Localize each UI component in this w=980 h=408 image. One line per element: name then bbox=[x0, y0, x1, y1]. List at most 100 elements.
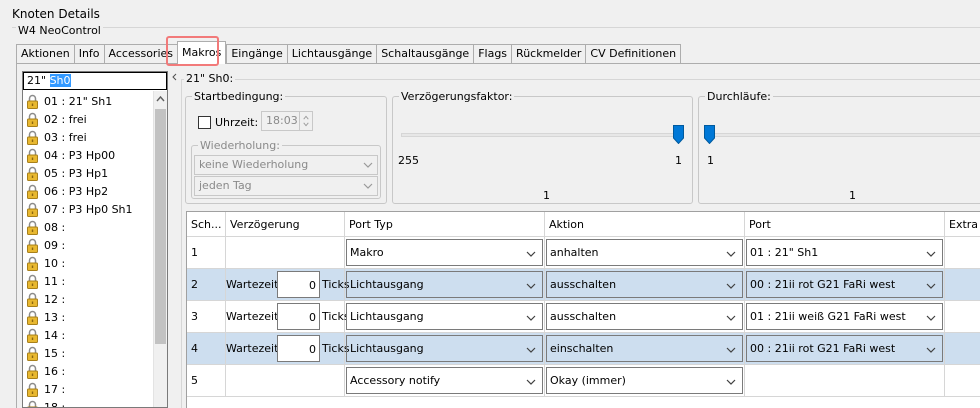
macro-list-item[interactable]: 11 : bbox=[25, 272, 133, 290]
macro-list-item[interactable]: 03 : frei bbox=[25, 128, 133, 146]
lock-icon bbox=[27, 310, 38, 325]
port-type-select[interactable]: Lichtausgang bbox=[346, 303, 543, 330]
tab-rückmelder[interactable]: Rückmelder bbox=[511, 44, 586, 64]
column-header-extra[interactable]: Extra bbox=[945, 212, 980, 237]
macro-list-item[interactable]: 08 : bbox=[25, 218, 133, 236]
macro-list-item[interactable]: 14 : bbox=[25, 326, 133, 344]
port-select[interactable]: 00 : 21ii rot G21 FaRi west bbox=[746, 271, 943, 298]
tab-flags[interactable]: Flags bbox=[473, 44, 512, 64]
chevron-down-icon bbox=[363, 162, 373, 168]
chevron-down-icon bbox=[526, 379, 536, 385]
macro-list-item[interactable]: 15 : bbox=[25, 344, 133, 362]
delay-factor-track[interactable] bbox=[401, 133, 684, 137]
action-select[interactable]: ausschalten bbox=[546, 271, 743, 298]
action-select[interactable]: anhalten bbox=[546, 239, 743, 266]
action-select[interactable]: einschalten bbox=[546, 335, 743, 362]
ticks-input[interactable]: 0 bbox=[277, 303, 320, 330]
action-select[interactable]: ausschalten bbox=[546, 303, 743, 330]
tab-eingänge[interactable]: Eingänge bbox=[226, 44, 287, 64]
runs-thumb[interactable] bbox=[704, 125, 715, 144]
port-type-select[interactable]: Accessory notify bbox=[346, 367, 543, 394]
table-row[interactable]: 3 Wartezeit: 0 Ticks Lichtausgang ausschalten… bbox=[187, 301, 980, 333]
spinner-arrows-icon[interactable] bbox=[299, 112, 312, 130]
chevron-down-icon bbox=[726, 251, 736, 257]
action-cell: ausschalten bbox=[545, 269, 745, 301]
column-header-delay[interactable]: Verzögerung bbox=[226, 212, 345, 237]
port-type-cell: Lichtausgang bbox=[345, 301, 545, 333]
macro-list-item[interactable]: 10 : bbox=[25, 254, 133, 272]
port-select[interactable]: 00 : 21ii rot G21 FaRi west bbox=[746, 335, 943, 362]
lock-icon bbox=[27, 328, 38, 343]
step-cell: 4 bbox=[187, 333, 226, 365]
port-cell: 00 : 21ii rot G21 FaRi west bbox=[745, 269, 945, 301]
lock-icon bbox=[27, 220, 38, 235]
macro-list-item[interactable]: 09 : bbox=[25, 236, 133, 254]
macro-list-item[interactable]: 12 : bbox=[25, 290, 133, 308]
macro-list[interactable]: 21" Sh0 01 : 21" Sh1 02 : frei 03 : frei 04… bbox=[22, 71, 168, 408]
column-header-step[interactable]: Sch... bbox=[187, 212, 226, 237]
macro-list-item[interactable]: 16 : bbox=[25, 362, 133, 380]
action-select[interactable]: Okay (immer) bbox=[546, 367, 743, 394]
wait-label: Wartezeit: bbox=[226, 342, 283, 355]
table-row[interactable]: 5 Accessory notify Okay (immer) bbox=[187, 365, 980, 397]
port-cell: 01 : 21ii weiß G21 FaRi west bbox=[745, 301, 945, 333]
macro-list-item[interactable]: 04 : P3 Hp00 bbox=[25, 146, 133, 164]
time-spinner[interactable]: 18:03 bbox=[261, 111, 313, 131]
macro-list-item[interactable]: 02 : frei bbox=[25, 110, 133, 128]
lock-icon bbox=[27, 382, 38, 397]
time-checkbox[interactable] bbox=[198, 116, 211, 129]
day-select[interactable]: jeden Tag bbox=[194, 176, 378, 196]
port-type-select[interactable]: Lichtausgang bbox=[346, 335, 543, 362]
step-cell: 5 bbox=[187, 365, 226, 397]
port-select[interactable]: 01 : 21" Sh1 bbox=[746, 239, 943, 266]
macro-steps-table[interactable]: Sch... Verzögerung Port Typ Aktion Port Extra… bbox=[186, 211, 980, 408]
runs-group: Durchläufe: 1 1 bbox=[698, 90, 980, 204]
table-row[interactable]: 1 Makro anhalten 01 : 21" Sh1 bbox=[187, 237, 980, 269]
lock-icon bbox=[27, 184, 38, 199]
macro-name-input[interactable]: 21" Sh0 bbox=[23, 72, 167, 90]
macro-list-item[interactable]: 18 : bbox=[25, 398, 133, 407]
macro-list-item[interactable]: 17 : bbox=[25, 380, 133, 398]
chevron-down-icon bbox=[526, 283, 536, 289]
scroll-up-icon[interactable] bbox=[154, 91, 167, 108]
delay-cell bbox=[226, 237, 345, 269]
tab-info[interactable]: Info bbox=[73, 44, 104, 64]
splitter-handle[interactable] bbox=[172, 71, 178, 408]
macro-list-scrollbar[interactable] bbox=[153, 91, 167, 407]
port-type-value: Lichtausgang bbox=[350, 310, 424, 323]
extra-cell bbox=[945, 365, 980, 397]
macro-list-item-label: 04 : P3 Hp00 bbox=[44, 148, 116, 162]
repeat-select[interactable]: keine Wiederholung bbox=[194, 155, 378, 175]
chevron-down-icon bbox=[526, 347, 536, 353]
column-header-action[interactable]: Aktion bbox=[545, 212, 745, 237]
port-type-value: Accessory notify bbox=[350, 374, 441, 387]
scroll-thumb[interactable] bbox=[155, 109, 166, 344]
step-cell: 3 bbox=[187, 301, 226, 333]
macro-list-item-label: 12 : bbox=[44, 292, 66, 306]
runs-min-label: 1 bbox=[707, 154, 714, 167]
macro-list-item-label: 17 : bbox=[44, 382, 66, 396]
tab-aktionen[interactable]: Aktionen bbox=[16, 44, 74, 64]
port-select[interactable]: 01 : 21ii weiß G21 FaRi west bbox=[746, 303, 943, 330]
window-title: Knoten Details bbox=[12, 7, 100, 21]
macro-list-item[interactable]: 13 : bbox=[25, 308, 133, 326]
chevron-down-icon bbox=[926, 283, 936, 289]
macro-list-item[interactable]: 07 : P3 Hp0 Sh1 bbox=[25, 200, 133, 218]
delay-factor-thumb[interactable] bbox=[673, 125, 684, 144]
macro-list-item[interactable]: 06 : P3 Hp2 bbox=[25, 182, 133, 200]
tab-schaltausgänge[interactable]: Schaltausgänge bbox=[376, 44, 474, 64]
column-header-port[interactable]: Port bbox=[745, 212, 945, 237]
port-type-select[interactable]: Makro bbox=[346, 239, 543, 266]
ticks-input[interactable]: 0 bbox=[277, 335, 320, 362]
macro-list-item[interactable]: 01 : 21" Sh1 bbox=[25, 92, 133, 110]
chevron-down-icon bbox=[726, 315, 736, 321]
column-header-port-type[interactable]: Port Typ bbox=[345, 212, 545, 237]
table-row[interactable]: 2 Wartezeit: 0 Ticks Lichtausgang ausschalten… bbox=[187, 269, 980, 301]
table-row[interactable]: 4 Wartezeit: 0 Ticks Lichtausgang einschalten… bbox=[187, 333, 980, 365]
tab-lichtausgänge[interactable]: Lichtausgänge bbox=[286, 44, 377, 64]
port-type-select[interactable]: Lichtausgang bbox=[346, 271, 543, 298]
runs-track[interactable] bbox=[707, 133, 980, 137]
ticks-input[interactable]: 0 bbox=[277, 271, 320, 298]
macro-list-item[interactable]: 05 : P3 Hp1 bbox=[25, 164, 133, 182]
tab-cv-definitionen[interactable]: CV Definitionen bbox=[585, 44, 682, 64]
